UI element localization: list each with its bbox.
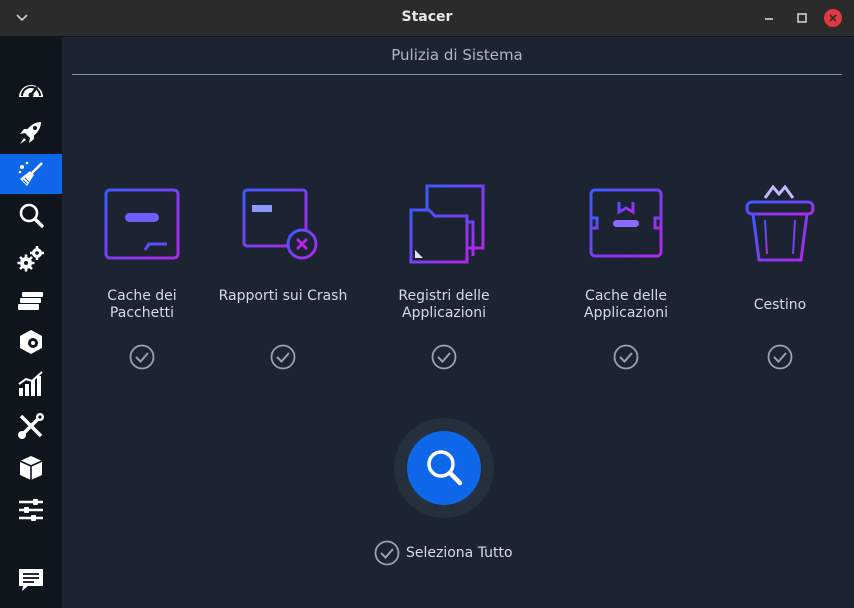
sidebar-item-feedback[interactable] [0,560,62,600]
select-all-label: Seleziona Tutto [406,545,513,561]
category-label: Cestino [753,297,807,313]
check-circle-icon[interactable] [270,344,296,370]
chat-icon [19,569,43,591]
sidebar-item-apt-repository[interactable] [0,448,62,488]
search-icon [427,450,463,486]
close-icon[interactable] [824,9,842,27]
package-icon [20,330,42,354]
app-cache-icon [589,188,663,258]
check-circle-icon[interactable] [767,344,793,370]
check-circle-icon[interactable] [431,344,457,370]
folder-logs-icon [409,184,485,264]
tools-icon [18,413,44,439]
select-all-checkbox[interactable]: Seleziona Tutto [374,540,513,566]
sidebar-item-dashboard[interactable] [0,71,62,111]
rocket-icon [20,122,41,144]
category-package-cache[interactable]: Cache dei Pacchetti [77,180,207,370]
sidebar-item-services[interactable] [0,238,62,278]
minimize-icon[interactable] [760,9,778,27]
category-label: Rapporti sui Crash [218,288,348,304]
sidebar-item-resources[interactable] [0,364,62,404]
check-circle-icon[interactable] [129,344,155,370]
category-trash[interactable]: Cestino [715,180,845,370]
broom-icon [18,161,43,186]
sidebar-item-helpers[interactable] [0,406,62,446]
speedometer-icon [19,85,43,98]
sidebar-item-settings[interactable] [0,490,62,530]
chart-icon [18,371,43,396]
sidebar-item-search[interactable] [0,196,62,236]
sidebar-item-uninstaller[interactable] [0,322,62,362]
sidebar-item-system-cleaner[interactable] [0,154,62,194]
category-label: Cache dei Pacchetti [107,288,177,321]
trash-basket-icon [745,184,815,262]
sliders-icon [19,499,43,521]
maximize-icon[interactable] [793,9,811,27]
scan-button[interactable] [394,418,494,518]
box-icon [19,456,43,480]
category-app-logs[interactable]: Registri delle Applicazioni [379,180,509,370]
sidebar-item-startup-apps[interactable] [0,113,62,153]
crash-report-icon [242,188,318,260]
category-crash-reports[interactable]: Rapporti sui Crash [218,180,348,370]
page-header: Pulizia di Sistema [72,37,842,75]
sidebar [0,37,62,608]
category-label: Cache delle Applicazioni [584,288,668,321]
category-label: Registri delle Applicazioni [398,288,490,321]
category-app-cache[interactable]: Cache delle Applicazioni [561,180,691,370]
sidebar-item-processes[interactable] [0,280,62,320]
check-circle-icon[interactable] [613,344,639,370]
package-cache-icon [104,188,180,260]
magnifier-icon [19,203,44,228]
cards-icon [18,292,43,310]
scan-button-inner[interactable] [407,431,481,505]
check-circle-icon [374,540,400,566]
window-title: Stacer [401,9,453,25]
gears-icon [17,246,44,272]
stacer-window: Stacer Pulizia di Sistema Cache dei Pacc… [0,0,854,608]
page-title: Pulizia di Sistema [391,46,523,64]
title-bar: Stacer [0,0,854,37]
